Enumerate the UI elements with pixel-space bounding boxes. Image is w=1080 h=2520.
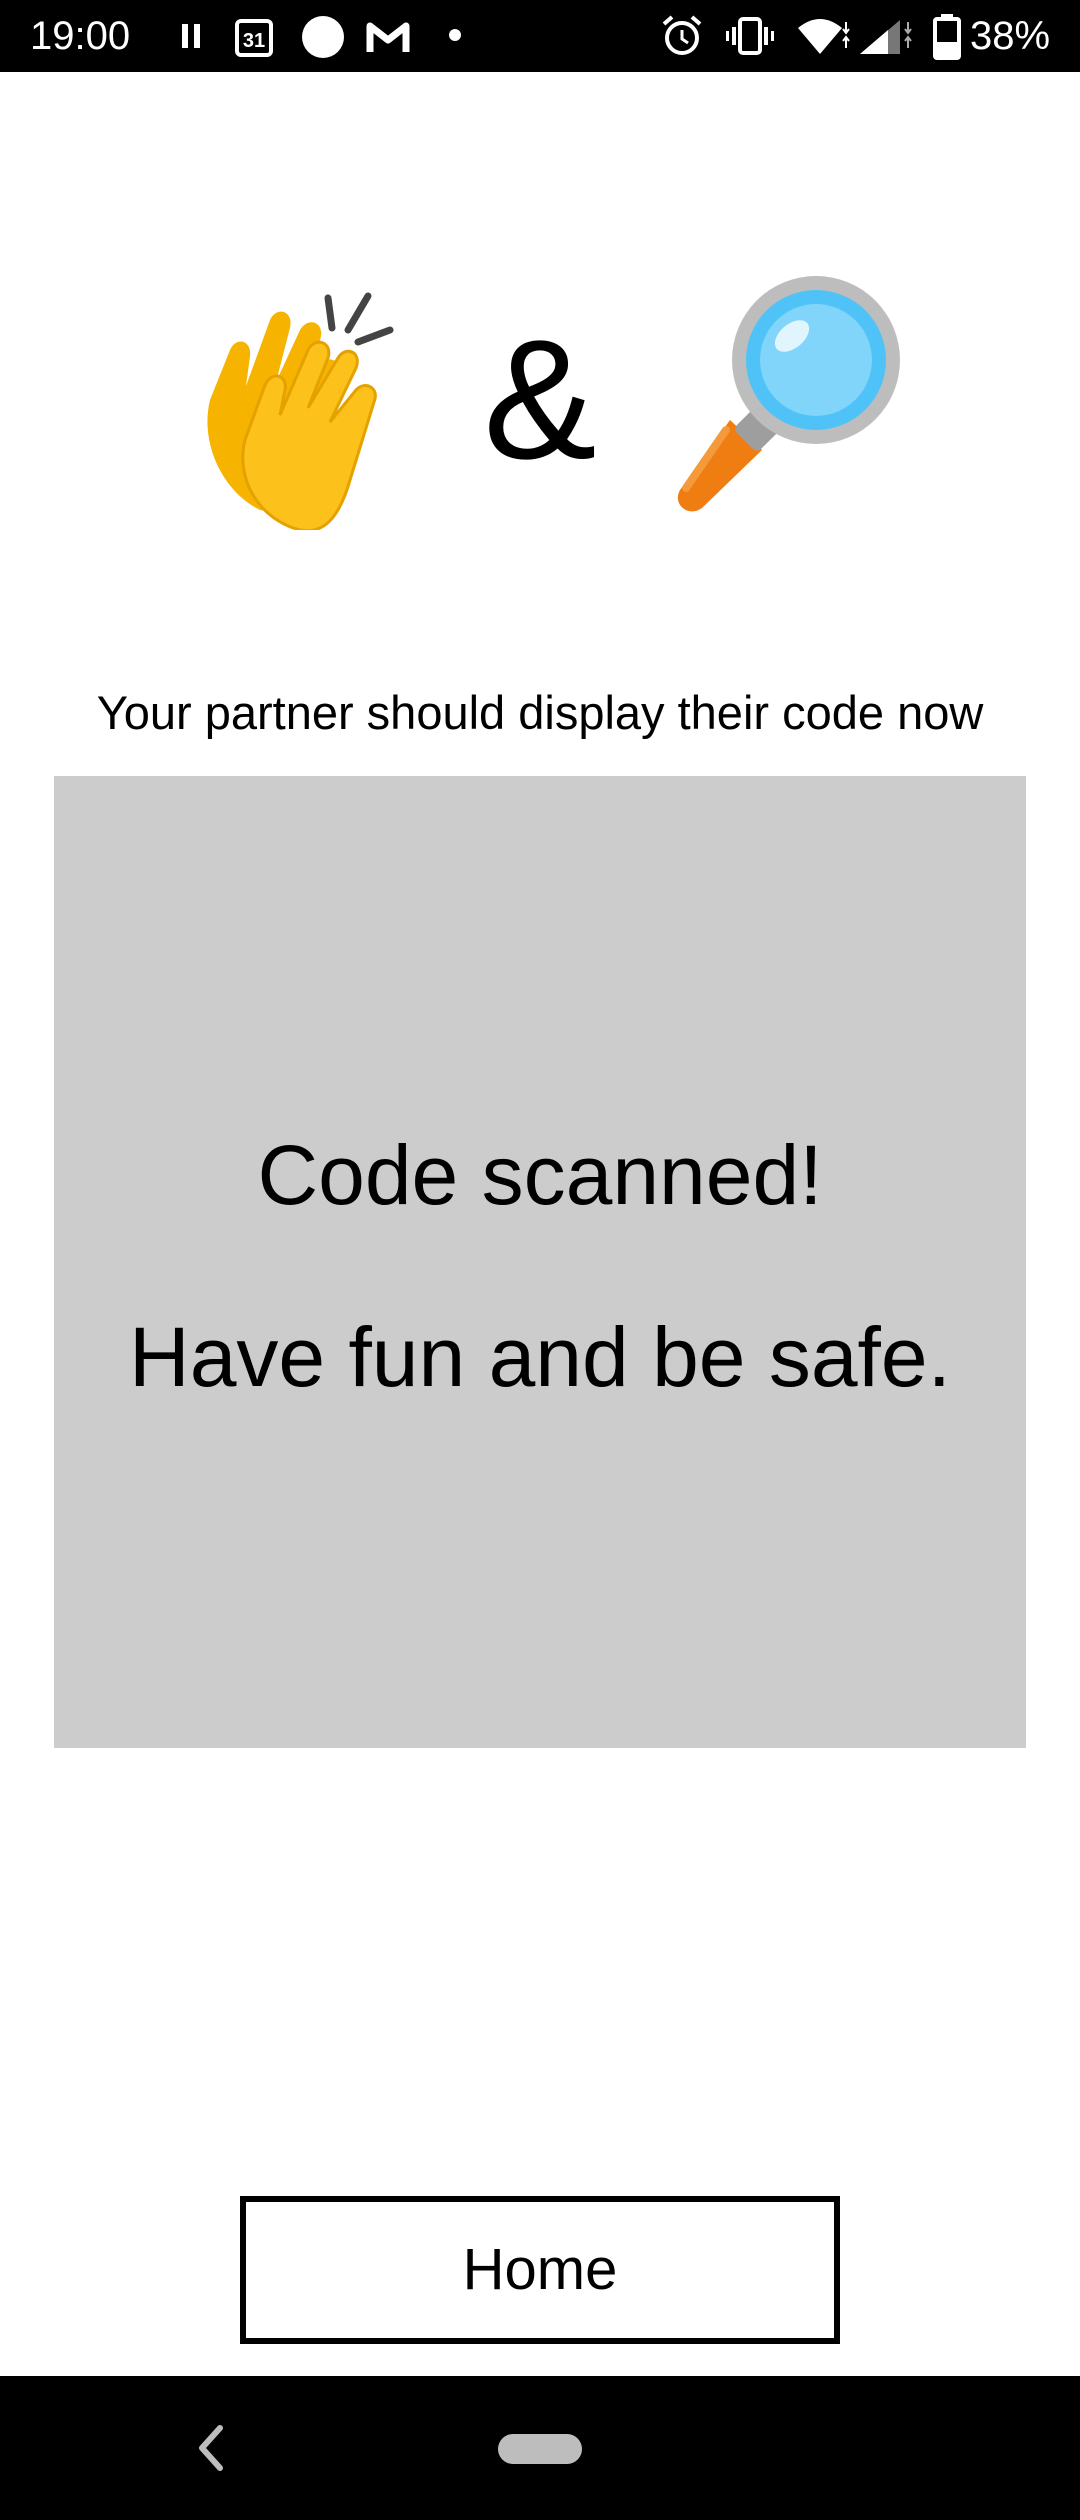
alarm-icon [662, 15, 702, 55]
battery-icon [933, 14, 961, 60]
magnifying-glass-icon [677, 276, 900, 512]
gmail-icon [366, 22, 410, 52]
safety-message-text: Have fun and be safe. [129, 1310, 951, 1404]
status-bar: 19:00 31 38% [0, 0, 1080, 72]
dot-icon [449, 29, 461, 41]
status-time: 19:00 [30, 14, 131, 58]
screen: 19:00 31 38% & Your partner should displ… [0, 0, 1080, 2520]
wifi-icon [798, 19, 850, 54]
code-panel [54, 776, 1026, 1748]
navigation-bar [0, 2376, 1080, 2520]
home-button[interactable]: Home [240, 2196, 840, 2344]
instruction-text: Your partner should display their code n… [96, 686, 984, 739]
home-pill-icon[interactable] [498, 2434, 582, 2464]
circle-icon [302, 16, 344, 58]
vibrate-icon [726, 17, 774, 55]
emoji-header: & [0, 270, 1080, 530]
scan-status-text: Code scanned! [257, 1128, 823, 1222]
clapping-hands-icon [207, 292, 394, 530]
signal-icon [860, 20, 912, 54]
battery-percent: 38% [970, 14, 1051, 58]
calendar-icon: 31 [235, 19, 273, 57]
pause-icon [182, 24, 200, 48]
back-icon[interactable] [190, 2418, 230, 2478]
ampersand: & [483, 305, 597, 495]
calendar-day: 31 [243, 30, 265, 52]
